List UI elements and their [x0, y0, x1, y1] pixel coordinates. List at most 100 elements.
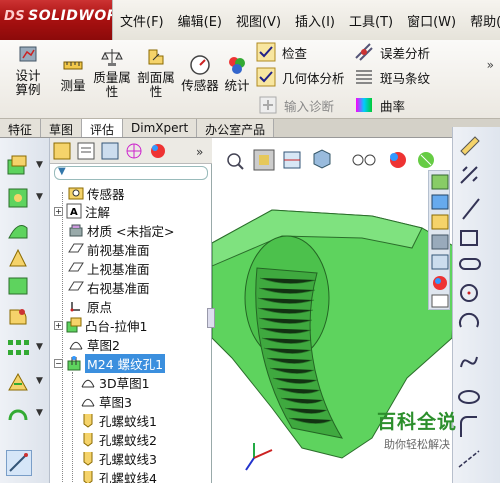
centerline-icon: [458, 450, 480, 468]
menu-window[interactable]: 窗口(W): [400, 11, 463, 30]
zebra-stripes-button[interactable]: 斑马条纹: [354, 67, 430, 87]
section-icon: [145, 46, 167, 68]
tree-label-sketch3: 草图3: [99, 394, 132, 410]
tree-item-front-plane[interactable]: 前视基准面: [68, 240, 150, 258]
pattern-tool[interactable]: ▼: [6, 336, 43, 360]
feature-manager-panel: » ▼ 传感器 + A 注解 材质 <未指定> 前视基准面 上视基准面 右视基准…: [50, 138, 215, 483]
tree-item-right-plane[interactable]: 右视基准面: [68, 278, 150, 296]
tree-label-right-plane: 右视基准面: [87, 280, 150, 296]
menu-tools[interactable]: 工具(T): [342, 11, 400, 30]
thread-icon: [80, 412, 96, 428]
watermark: 百科全说 助你轻松解决: [362, 407, 472, 452]
display-style-icon: [313, 149, 331, 169]
sensor-label: 传感器: [181, 78, 219, 93]
tree-item-thread-line2[interactable]: 孔螺蚊线2: [80, 430, 157, 448]
title-bar: DS SOLIDWORKS 文件(F) 编辑(E) 视图(V) 插入(I) 工具(…: [0, 0, 500, 40]
tree-item-boss-extrude1[interactable]: + 凸台-拉伸1: [54, 316, 147, 334]
design-study-button[interactable]: 设计算例: [10, 44, 46, 97]
extrude-boss-tool[interactable]: ▼: [6, 154, 43, 178]
statistics-label: 统计: [224, 78, 250, 93]
curvature-button[interactable]: 曲率: [354, 95, 405, 115]
import-diagnostics-button[interactable]: 输入诊断: [258, 95, 334, 115]
mass-properties-button[interactable]: 质量属 性: [92, 46, 132, 99]
sweep-tool[interactable]: [6, 218, 30, 242]
design-library-icon: [431, 194, 449, 210]
tree-label-thread-line2: 孔螺蚊线2: [99, 432, 157, 448]
hide-show-icon: [352, 154, 376, 166]
feature-tree-filter[interactable]: ▼: [54, 166, 208, 180]
tab-features[interactable]: 特征: [0, 119, 42, 137]
tab-dimxpert[interactable]: DimXpert: [123, 119, 198, 137]
section-view-icon: [283, 151, 301, 169]
resources-icon: [431, 174, 449, 190]
material-icon: [68, 222, 84, 238]
tab-evaluate[interactable]: 评估: [82, 119, 124, 137]
sensor-button[interactable]: 传感器: [180, 54, 220, 93]
menu-bar: 文件(F) 编辑(E) 视图(V) 插入(I) 工具(T) 窗口(W) 帮助(H…: [112, 0, 500, 40]
menu-edit[interactable]: 编辑(E): [171, 11, 229, 30]
expand-toggle[interactable]: +: [54, 320, 63, 330]
geometry-analysis-button[interactable]: 几何体分析: [256, 67, 345, 87]
tree-item-thread-line1[interactable]: 孔螺蚊线1: [80, 411, 157, 429]
tree-label-thread-line3: 孔螺蚊线3: [99, 451, 157, 467]
extrude-feature-icon: [66, 317, 82, 333]
measure-icon: [62, 54, 84, 76]
gauge-icon: [189, 54, 211, 76]
rib-icon: [8, 372, 28, 391]
menu-insert[interactable]: 插入(I): [288, 11, 342, 30]
boundary-tool[interactable]: [6, 274, 30, 298]
panel-collapse-handle[interactable]: [207, 308, 215, 328]
search-icon: [431, 234, 449, 250]
hole-wizard-icon: [66, 355, 82, 371]
axis-triad: [245, 443, 273, 471]
collapse-toggle[interactable]: −: [54, 358, 63, 368]
measure-button[interactable]: 测量: [60, 54, 86, 93]
tab-office-products[interactable]: 办公室产品: [197, 119, 275, 137]
watermark-subtitle: 助你轻松解决: [384, 438, 450, 451]
deviation-analysis-label: 误差分析: [380, 45, 431, 61]
svg-text:A: A: [70, 207, 78, 218]
curves-tool[interactable]: ▼: [6, 402, 43, 426]
measure-label: 测量: [60, 78, 86, 93]
rib-tool[interactable]: ▼: [6, 370, 43, 394]
tree-item-annotations[interactable]: + A 注解: [54, 202, 110, 220]
instant3d-tool[interactable]: [6, 450, 32, 476]
fillet-tool[interactable]: [6, 304, 30, 328]
fillet-icon: [9, 309, 27, 325]
statistics-button[interactable]: 统计: [224, 54, 250, 93]
appearances-icon: [433, 276, 447, 290]
task-pane-tabs: [428, 170, 450, 310]
expand-toggle[interactable]: +: [54, 206, 63, 216]
tree-item-material[interactable]: 材质 <未指定>: [68, 221, 174, 239]
tree-item-top-plane[interactable]: 上视基准面: [68, 259, 150, 277]
menu-file[interactable]: 文件(F): [113, 11, 171, 30]
tree-item-sensors[interactable]: 传感器: [68, 184, 125, 202]
thread-icon: [80, 469, 96, 483]
thread-icon: [80, 431, 96, 447]
pattern-icon: [8, 340, 29, 355]
tab-sketch[interactable]: 草图: [41, 119, 83, 137]
zebra-stripes-icon: [354, 67, 374, 87]
menu-view[interactable]: 视图(V): [229, 11, 288, 30]
check-icon: [256, 42, 276, 62]
svg-text:»: »: [196, 145, 203, 159]
loft-tool[interactable]: [6, 246, 30, 270]
section-properties-button[interactable]: 剖面属 性: [136, 46, 176, 99]
section-props-label-2: 性: [149, 84, 163, 99]
tree-item-thread-line3[interactable]: 孔螺蚊线3: [80, 449, 157, 467]
tree-item-origin[interactable]: 原点: [68, 297, 112, 315]
ribbon-expand-icon[interactable]: »: [487, 58, 494, 72]
check-button[interactable]: 检查: [256, 42, 307, 62]
tree-item-m24-tapped-hole[interactable]: − M24 螺纹孔1: [54, 353, 166, 373]
tree-item-3dsketch1[interactable]: 3D草图1: [80, 373, 150, 391]
revolve-tool[interactable]: ▼: [6, 186, 43, 210]
tree-item-sketch3[interactable]: 草图3: [80, 392, 132, 410]
geometry-analysis-icon: [256, 67, 276, 87]
tree-item-sketch2[interactable]: 草图2: [68, 335, 120, 353]
loft-icon: [9, 248, 27, 267]
curvature-label: 曲率: [380, 98, 406, 114]
menu-help[interactable]: 帮助(H): [463, 11, 500, 30]
tree-item-thread-line4[interactable]: 孔螺蚊线4: [80, 468, 157, 483]
boundary-icon: [8, 277, 28, 295]
deviation-analysis-button[interactable]: 误差分析: [354, 42, 430, 62]
